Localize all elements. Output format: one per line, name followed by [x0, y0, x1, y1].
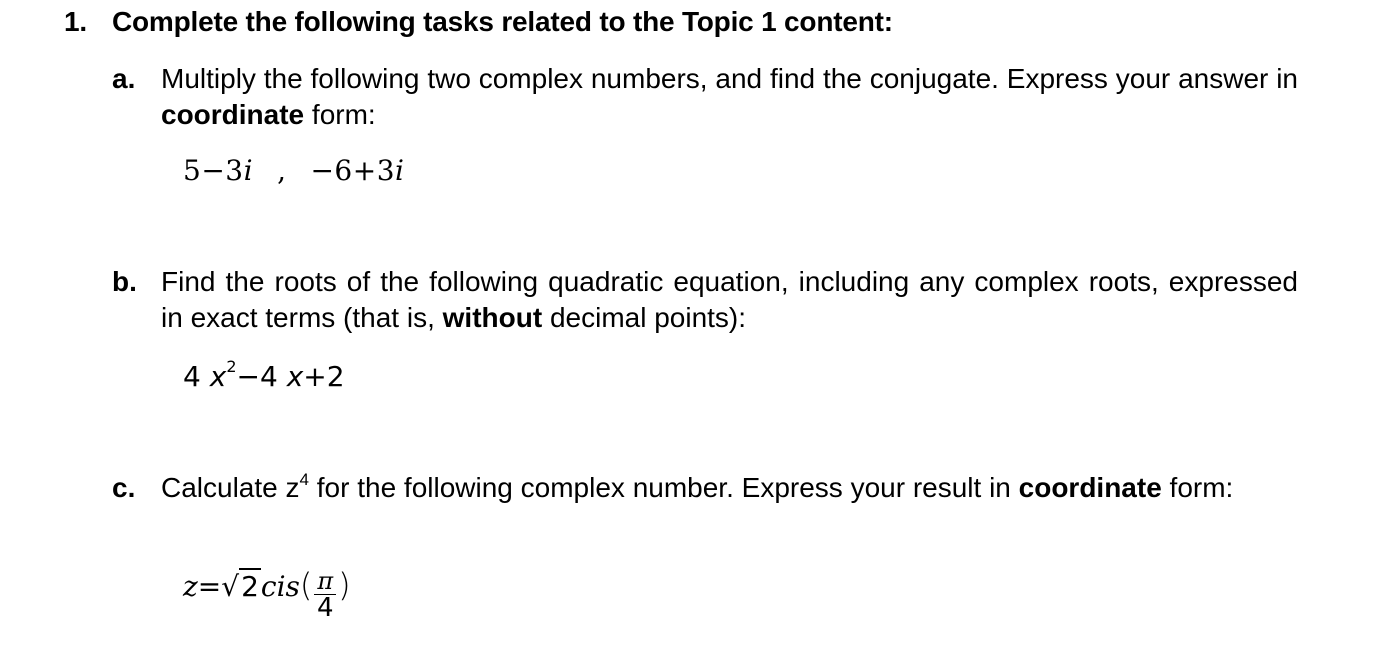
polar-expression: z=√2cis(π 4) [183, 562, 351, 621]
cis-function: cis [260, 570, 300, 603]
open-paren: ( [299, 566, 313, 604]
variable: x [209, 360, 227, 393]
variable: x [286, 360, 304, 393]
superscript-exponent: 4 [299, 470, 309, 489]
task-a-label: a. [112, 63, 136, 94]
close-paren: ) [338, 566, 351, 604]
task-a: a. Multiply the following two complex nu… [112, 61, 1298, 133]
task-c-text-before: Calculate z [161, 472, 300, 503]
task-c-text-after: form: [1161, 472, 1234, 503]
task-a-expression: 5−3i, −6+3i [183, 154, 405, 187]
task-b-label: b. [112, 266, 137, 297]
task-c-text: Calculate z4 for the following complex n… [161, 470, 1298, 506]
task-c: c. Calculate z4 for the following comple… [112, 470, 1298, 506]
question-heading: 1. Complete the following tasks related t… [64, 6, 893, 38]
complex-number-1-real: 5−3 [183, 154, 244, 187]
coefficient: 4 [183, 360, 201, 393]
constant-term: +2 [303, 360, 345, 393]
exponent: 2 [226, 357, 237, 376]
task-a-text-before: Multiply the following two complex numbe… [161, 63, 1298, 94]
imaginary-unit: i [395, 154, 405, 187]
complex-number-2: −6+3i [310, 154, 404, 187]
imaginary-unit: i [243, 154, 254, 187]
complex-number-2-real: −6+3 [310, 154, 396, 187]
question-title: Complete the following tasks related to … [112, 6, 893, 37]
fraction-denominator: 4 [317, 593, 334, 623]
fraction: π4 [314, 568, 337, 623]
task-a-bold: coordinate [161, 99, 305, 130]
task-c-label: c. [112, 472, 136, 503]
square-root: √2 [221, 568, 261, 603]
task-b-text: Find the roots of the following quadrati… [161, 264, 1298, 336]
radical-sign-icon: √ [221, 570, 240, 603]
question-number: 1. [64, 6, 87, 37]
task-a-text-after: form: [304, 99, 376, 130]
complex-number-1: 5−3i [183, 154, 253, 187]
task-b: b. Find the roots of the following quadr… [112, 264, 1298, 336]
task-c-bold: coordinate [1018, 472, 1162, 503]
task-a-text: Multiply the following two complex numbe… [161, 61, 1298, 133]
task-c-text-middle: for the following complex number. Expres… [308, 472, 1019, 503]
separator: , [277, 154, 287, 187]
linear-term: −4 [236, 360, 278, 393]
quadratic-expression: 4 x2−4 x+2 [183, 357, 345, 394]
lhs: z= [183, 570, 222, 603]
task-b-bold: without [442, 302, 543, 333]
fraction-numerator: π [314, 568, 337, 595]
radicand: 2 [239, 568, 261, 603]
task-b-text-after: decimal points): [542, 302, 747, 333]
